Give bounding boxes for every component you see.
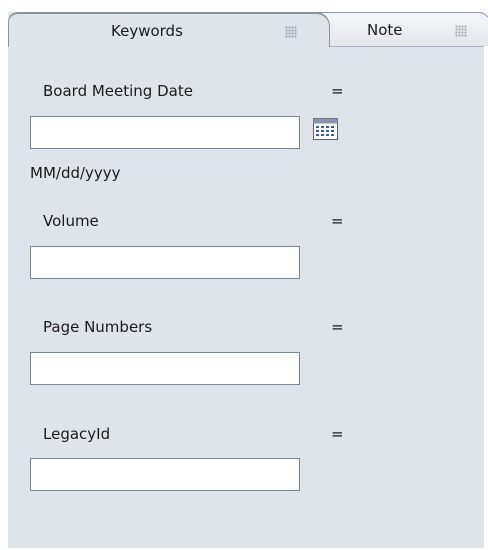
legacy-id-operator: = (331, 425, 344, 443)
tab-bar: Keywords Note (8, 12, 488, 47)
board-meeting-date-label: Board Meeting Date (43, 82, 193, 100)
board-meeting-date-operator: = (331, 82, 344, 100)
page-numbers-operator: = (331, 318, 344, 336)
page-numbers-label: Page Numbers (43, 318, 153, 336)
volume-label: Volume (43, 212, 99, 230)
tab-keywords[interactable]: Keywords (8, 12, 330, 47)
board-meeting-date-input[interactable] (30, 116, 300, 149)
keywords-panel: Keywords Note Board Meeting Date = MM/dd… (8, 12, 488, 548)
grip-icon (455, 25, 467, 37)
tab-keywords-label: Keywords (111, 22, 183, 40)
calendar-icon[interactable] (313, 118, 338, 140)
volume-operator: = (331, 212, 344, 230)
tab-note-label: Note (367, 21, 403, 39)
date-format-hint: MM/dd/yyyy (30, 164, 121, 182)
legacy-id-label: LegacyId (43, 425, 111, 443)
volume-input[interactable] (30, 246, 300, 279)
grip-icon (285, 26, 297, 38)
legacy-id-input[interactable] (30, 458, 300, 491)
tab-note[interactable]: Note (304, 12, 488, 46)
page-numbers-input[interactable] (30, 352, 300, 385)
